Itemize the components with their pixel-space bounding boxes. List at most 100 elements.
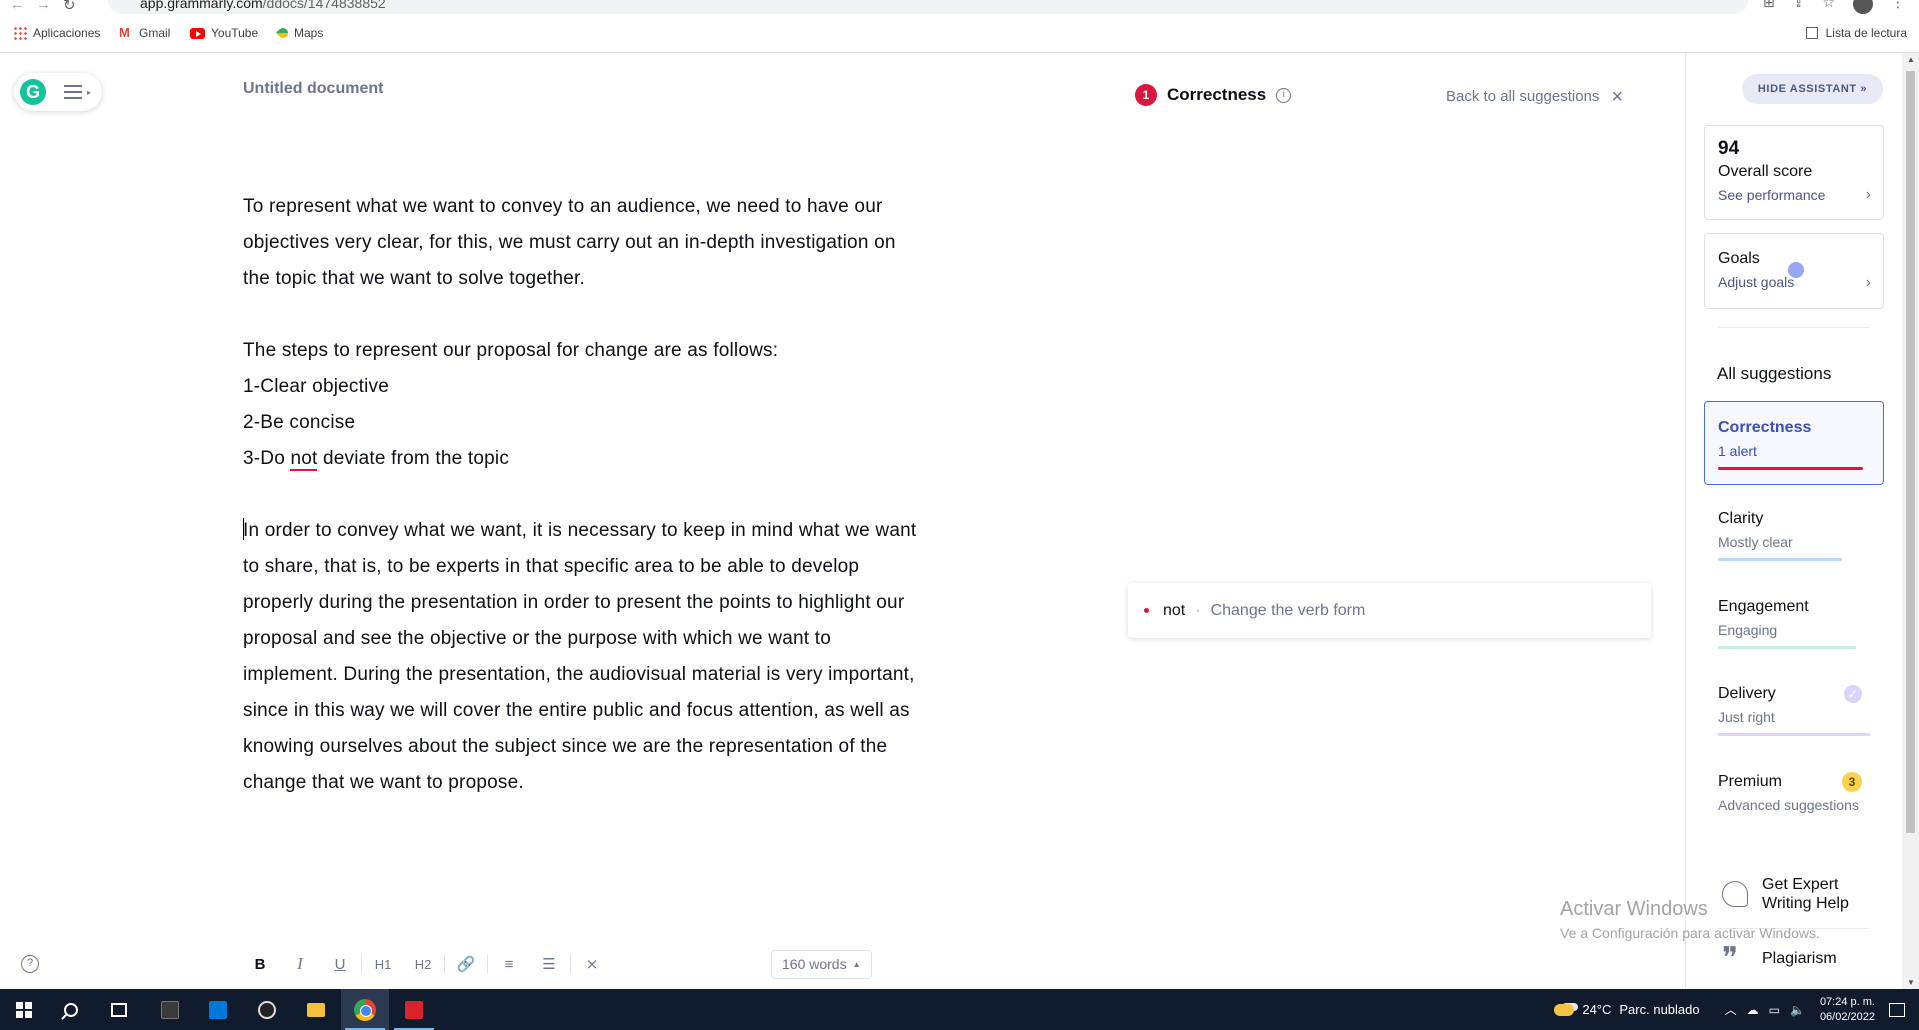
all-suggestions-link[interactable]: All suggestions bbox=[1717, 364, 1831, 384]
category-engagement[interactable]: Engagement Engaging bbox=[1718, 598, 1878, 649]
bookmark-apps[interactable]: Aplicaciones bbox=[13, 26, 100, 40]
paragraph[interactable]: In order to convey what we want, it is n… bbox=[243, 513, 923, 801]
info-icon[interactable]: i bbox=[1276, 87, 1292, 103]
onedrive-cloud-icon[interactable]: ☁ bbox=[1747, 1003, 1759, 1017]
app-icon bbox=[161, 1000, 179, 1019]
bookmark-label: Gmail bbox=[139, 26, 171, 40]
browser-address-bar: ← → ↻ app.grammarly.com/ddocs/1474838852… bbox=[0, 0, 1919, 15]
caret-up-icon: ▲ bbox=[852, 960, 861, 969]
heading2-button[interactable]: H2 bbox=[403, 957, 443, 972]
taskbar-file-explorer[interactable] bbox=[292, 989, 340, 1030]
browser-actions: ⊞ ⇪ ☆ ⋮ bbox=[1763, 0, 1905, 14]
text-run: 3-Do bbox=[243, 448, 291, 469]
scroll-up-arrow-icon[interactable]: ▲ bbox=[1907, 55, 1915, 64]
category-clarity[interactable]: Clarity Mostly clear bbox=[1718, 510, 1878, 561]
forward-arrow-icon[interactable]: → bbox=[36, 0, 51, 13]
reading-list[interactable]: Lista de lectura bbox=[1805, 26, 1907, 40]
profile-avatar[interactable] bbox=[1853, 0, 1873, 14]
volume-icon[interactable]: 🔈 bbox=[1790, 1003, 1805, 1017]
scroll-down-arrow-icon[interactable]: ▼ bbox=[1907, 978, 1915, 987]
heading1-button[interactable]: H1 bbox=[363, 957, 403, 972]
category-bar bbox=[1718, 646, 1856, 649]
screen: ← → ↻ app.grammarly.com/ddocs/1474838852… bbox=[0, 0, 1919, 1030]
plagiarism-button[interactable]: ❞ Plagiarism bbox=[1722, 944, 1837, 974]
search-button[interactable] bbox=[47, 989, 95, 1030]
help-icon[interactable]: ? bbox=[21, 955, 39, 973]
list-line[interactable]: 1-Clear objective bbox=[243, 369, 923, 405]
paragraph[interactable]: The steps to represent our proposal for … bbox=[243, 333, 923, 369]
notifications-icon[interactable] bbox=[1889, 1002, 1905, 1017]
category-delivery[interactable]: Delivery Just right ✓ bbox=[1718, 685, 1878, 736]
taskbar-app-camera[interactable] bbox=[243, 989, 291, 1030]
folder-icon bbox=[307, 1002, 325, 1017]
ordered-list-icon[interactable]: ≡ bbox=[489, 956, 529, 973]
network-icon[interactable]: ▭ bbox=[1769, 1003, 1780, 1017]
bookmark-youtube[interactable]: YouTube bbox=[190, 26, 258, 40]
apps-grid-icon bbox=[13, 26, 27, 40]
overall-score-card[interactable]: 94 Overall score See performance › bbox=[1704, 125, 1884, 220]
underline-button[interactable]: U bbox=[320, 956, 360, 973]
taskbar-app-notes[interactable] bbox=[146, 989, 194, 1030]
star-icon[interactable]: ☆ bbox=[1822, 0, 1835, 14]
start-button[interactable] bbox=[0, 989, 48, 1030]
category-subtitle: Engaging bbox=[1718, 622, 1778, 638]
bookmark-maps[interactable]: Maps bbox=[275, 25, 323, 41]
task-view-button[interactable] bbox=[95, 989, 143, 1030]
category-subtitle: Mostly clear bbox=[1718, 534, 1793, 550]
list-line[interactable]: 3-Do not deviate from the topic bbox=[243, 441, 923, 477]
windows-logo-icon bbox=[16, 1001, 32, 1018]
windows-taskbar: 24°C Parc. nublado ︿ ☁ ▭ 🔈 07:24 p. m. 0… bbox=[0, 989, 1919, 1030]
link-icon[interactable]: 🔗 bbox=[446, 955, 486, 973]
close-icon[interactable]: × bbox=[1611, 87, 1623, 107]
caret-right-icon: ▸ bbox=[87, 88, 92, 97]
weather-widget[interactable]: 24°C Parc. nublado bbox=[1554, 1002, 1700, 1017]
category-premium[interactable]: Premium Advanced suggestions 3 bbox=[1718, 772, 1878, 813]
translate-icon[interactable]: ⊞ bbox=[1763, 0, 1775, 14]
italic-button[interactable]: I bbox=[280, 954, 320, 974]
document-title[interactable]: Untitled document bbox=[243, 80, 383, 98]
bookmark-label: YouTube bbox=[211, 26, 259, 40]
category-bar bbox=[1718, 733, 1870, 736]
document-editor[interactable]: To represent what we want to convey to a… bbox=[243, 189, 923, 801]
taskbar-app-store[interactable] bbox=[194, 989, 242, 1030]
clear-formatting-icon[interactable]: ⨯ bbox=[572, 955, 612, 973]
chevron-up-icon[interactable]: ︿ bbox=[1725, 1001, 1737, 1018]
reading-list-icon bbox=[1805, 27, 1818, 39]
maps-pin-icon bbox=[275, 25, 291, 41]
alert-count-badge: 1 bbox=[1135, 84, 1157, 106]
grammarly-menu-button[interactable]: G ▸ bbox=[14, 73, 102, 111]
taskbar-chrome[interactable] bbox=[341, 989, 389, 1030]
text-run: deviate from the topic bbox=[317, 448, 510, 469]
camera-icon bbox=[258, 1000, 276, 1019]
suggestion-description: Change the verb form bbox=[1210, 601, 1366, 619]
taskbar-app-pdf[interactable] bbox=[390, 989, 438, 1030]
system-tray: 24°C Parc. nublado ︿ ☁ ▭ 🔈 07:24 p. m. 0… bbox=[1554, 989, 1919, 1030]
overall-score-label: Overall score bbox=[1718, 163, 1813, 180]
suggestion-card[interactable]: not · Change the verb form bbox=[1128, 583, 1651, 638]
page-scrollbar[interactable]: ▲ ▼ bbox=[1902, 53, 1919, 989]
category-title: Clarity bbox=[1718, 510, 1764, 527]
bold-button[interactable]: B bbox=[240, 956, 280, 973]
back-arrow-icon[interactable]: ← bbox=[10, 0, 25, 13]
reload-icon[interactable]: ↻ bbox=[63, 0, 76, 14]
bullet-list-icon[interactable]: ☰ bbox=[529, 955, 569, 973]
see-performance-link[interactable]: See performance bbox=[1718, 187, 1870, 203]
category-correctness[interactable]: Correctness 1 alert bbox=[1704, 401, 1884, 485]
separator: · bbox=[1195, 601, 1201, 619]
kebab-menu-icon[interactable]: ⋮ bbox=[1891, 0, 1905, 14]
goals-card[interactable]: Goals Adjust goals › bbox=[1704, 233, 1884, 309]
overall-score: 94 bbox=[1718, 138, 1740, 159]
paragraph[interactable]: To represent what we want to convey to a… bbox=[243, 189, 923, 297]
hide-assistant-button[interactable]: HIDE ASSISTANT » bbox=[1742, 74, 1883, 104]
word-count-button[interactable]: 160 words ▲ bbox=[771, 950, 872, 979]
category-bar bbox=[1718, 558, 1842, 561]
flagged-word[interactable]: not bbox=[290, 448, 318, 471]
scrollbar-thumb[interactable] bbox=[1906, 71, 1915, 833]
system-clock[interactable]: 07:24 p. m. 06/02/2022 bbox=[1820, 995, 1875, 1025]
goals-indicator-icon bbox=[1788, 262, 1804, 278]
share-icon[interactable]: ⇪ bbox=[1793, 0, 1805, 14]
bookmark-gmail[interactable]: M Gmail bbox=[119, 26, 171, 41]
list-line[interactable]: 2-Be concise bbox=[243, 405, 923, 441]
url-text[interactable]: app.grammarly.com/ddocs/1474838852 bbox=[140, 0, 386, 11]
back-to-suggestions-link[interactable]: Back to all suggestions × bbox=[1446, 87, 1623, 107]
